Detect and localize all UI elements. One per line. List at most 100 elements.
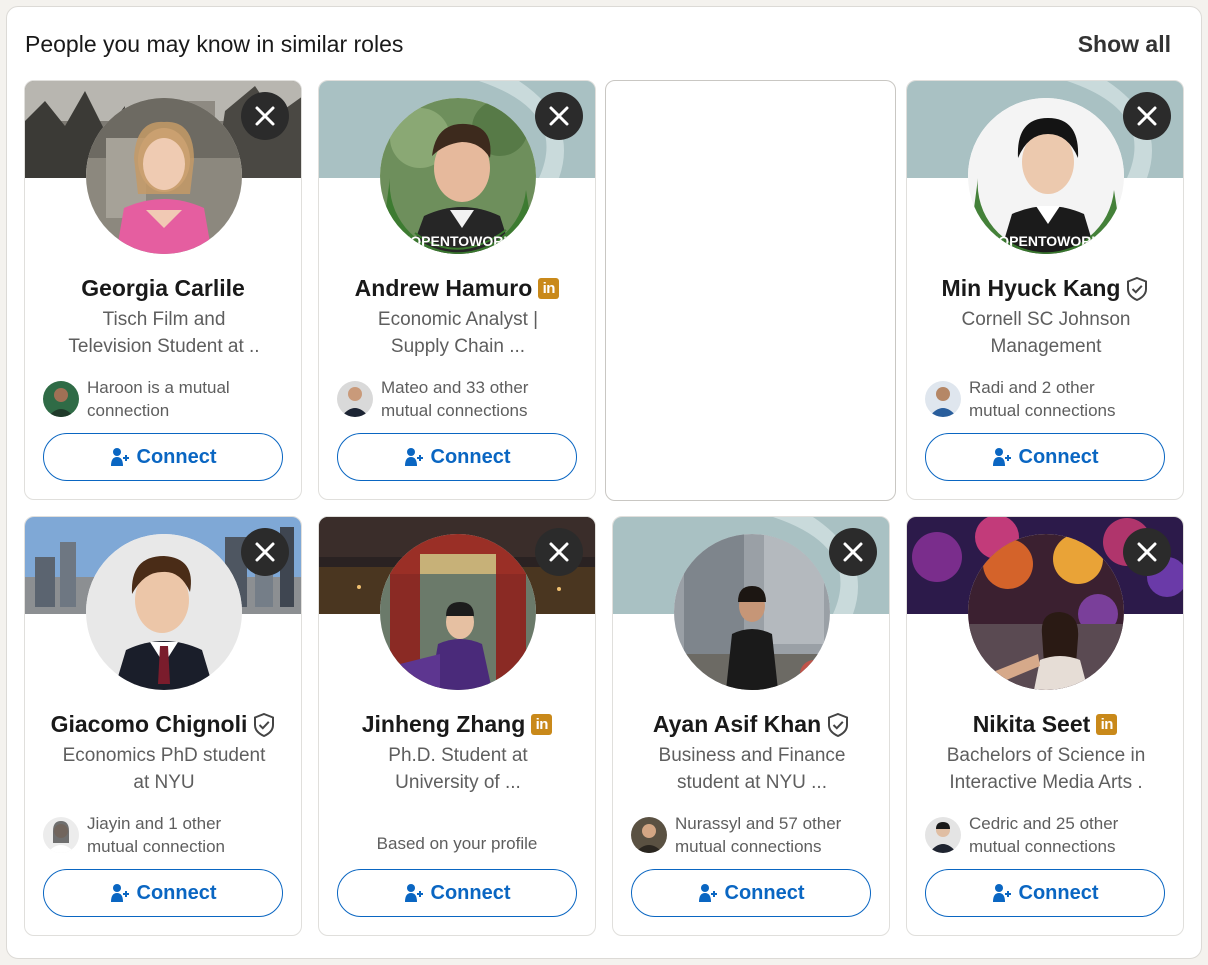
connect-label: Connect: [430, 445, 511, 468]
person-name-row: Jinheng Zhang in: [319, 711, 595, 738]
profile-photo[interactable]: [968, 534, 1124, 690]
mutual-connections: Mateo and 33 other mutual connections: [337, 376, 587, 422]
mutual-avatar: [43, 817, 79, 853]
headline-line: Bachelors of Science in: [946, 745, 1146, 766]
mutual-connections: Radi and 2 other mutual connections: [925, 376, 1175, 422]
mutual-text: Cedric and 25 other: [969, 814, 1119, 833]
mutual-avatar: [43, 381, 79, 417]
connect-button[interactable]: Connect: [337, 433, 577, 481]
person-name-row: Nikita Seet in: [907, 711, 1183, 738]
empty-card-placeholder: [605, 80, 896, 501]
suggestion-card[interactable]: Nikita Seet in Bachelors of Science in I…: [906, 516, 1184, 936]
profile-photo[interactable]: #OPENTOWORK: [968, 98, 1124, 254]
suggestion-card[interactable]: Ayan Asif Khan Business and Finance stud…: [612, 516, 890, 936]
connect-button[interactable]: Connect: [925, 869, 1165, 917]
mutual-avatar: [925, 817, 961, 853]
mutual-text: Radi and 2 other: [969, 378, 1095, 397]
opentowork-label: #OPENTOWORK: [403, 233, 514, 249]
connect-label: Connect: [136, 445, 217, 468]
mutual-avatar: [337, 381, 373, 417]
mutual-connections: Jiayin and 1 other mutual connection: [43, 812, 293, 858]
connect-label: Connect: [724, 881, 805, 904]
linkedin-premium-icon: in: [531, 714, 553, 735]
connect-button[interactable]: Connect: [631, 869, 871, 917]
verified-shield-icon: [1126, 276, 1148, 301]
profile-photo[interactable]: [380, 534, 536, 690]
mutual-text: Nurassyl and 57 other: [675, 814, 842, 833]
close-icon: [549, 106, 569, 126]
person-name-row: Min Hyuck Kang: [907, 275, 1183, 302]
person-name[interactable]: Min Hyuck Kang: [942, 275, 1121, 302]
mutual-text: mutual connection: [87, 837, 225, 856]
person-name[interactable]: Giacomo Chignoli: [51, 711, 248, 738]
connect-button[interactable]: Connect: [925, 433, 1165, 481]
person-headline: Economics PhD student at NYU: [53, 742, 275, 796]
dismiss-button[interactable]: [241, 92, 289, 140]
suggestion-card[interactable]: #OPENTOWORK Min Hyuck Kang Cornell SC Jo…: [906, 80, 1184, 500]
add-person-icon: [404, 448, 423, 466]
verified-shield-icon: [827, 712, 849, 737]
linkedin-premium-icon: in: [538, 278, 560, 299]
suggestion-card[interactable]: Jinheng Zhang in Ph.D. Student at Univer…: [318, 516, 596, 936]
headline-line: Ph.D. Student at: [388, 745, 528, 766]
verified-shield-icon: [253, 712, 275, 737]
connect-button[interactable]: Connect: [43, 433, 283, 481]
suggestion-card[interactable]: Giacomo Chignoli Economics PhD student a…: [24, 516, 302, 936]
close-icon: [549, 542, 569, 562]
person-name[interactable]: Georgia Carlile: [81, 275, 245, 302]
connect-button[interactable]: Connect: [337, 869, 577, 917]
show-all-link[interactable]: Show all: [1078, 31, 1171, 58]
dismiss-button[interactable]: [535, 92, 583, 140]
headline-line: Business and Finance: [658, 745, 846, 766]
headline-line: at NYU: [133, 772, 195, 793]
person-name-row: Andrew Hamuro in: [319, 275, 595, 302]
profile-photo[interactable]: [86, 534, 242, 690]
mutual-text: connection: [87, 401, 170, 420]
add-person-icon: [992, 448, 1011, 466]
person-headline: Tisch Film and Television Student at ..: [53, 306, 275, 360]
add-person-icon: [404, 884, 423, 902]
linkedin-premium-icon: in: [1096, 714, 1118, 735]
add-person-icon: [992, 884, 1011, 902]
mutual-text: mutual connections: [969, 837, 1116, 856]
person-name[interactable]: Andrew Hamuro: [355, 275, 533, 302]
headline-line: Management: [990, 336, 1102, 357]
mutual-avatar: [925, 381, 961, 417]
headline-line: Television Student at ..: [68, 336, 260, 357]
suggestion-card[interactable]: Georgia Carlile Tisch Film and Televisio…: [24, 80, 302, 500]
opentowork-label: #OPENTOWORK: [991, 233, 1102, 249]
profile-photo[interactable]: [86, 98, 242, 254]
mutual-connections: Haroon is a mutual connection: [43, 376, 293, 422]
dismiss-button[interactable]: [241, 528, 289, 576]
connect-button[interactable]: Connect: [43, 869, 283, 917]
dismiss-button[interactable]: [829, 528, 877, 576]
person-name-row: Ayan Asif Khan: [613, 711, 889, 738]
close-icon: [1137, 106, 1157, 126]
person-name[interactable]: Ayan Asif Khan: [653, 711, 821, 738]
headline-line: Supply Chain ...: [390, 336, 526, 357]
mutual-avatar: [631, 817, 667, 853]
add-person-icon: [698, 884, 717, 902]
profile-photo[interactable]: [674, 534, 830, 690]
dismiss-button[interactable]: [1123, 528, 1171, 576]
person-name[interactable]: Jinheng Zhang: [362, 711, 526, 738]
connect-label: Connect: [430, 881, 511, 904]
person-headline: Economic Analyst | Supply Chain ...: [347, 306, 569, 360]
headline-line: University of ...: [395, 772, 521, 793]
headline-line: Economics PhD student: [62, 745, 266, 766]
person-name[interactable]: Nikita Seet: [973, 711, 1091, 738]
profile-photo[interactable]: #OPENTOWORK: [380, 98, 536, 254]
dismiss-button[interactable]: [1123, 92, 1171, 140]
dismiss-button[interactable]: [535, 528, 583, 576]
person-headline: Bachelors of Science in Interactive Medi…: [935, 742, 1157, 796]
mutual-connections: Nurassyl and 57 other mutual connections: [631, 812, 881, 858]
headline-line: Tisch Film and: [102, 309, 226, 330]
add-person-icon: [110, 884, 129, 902]
mutual-text: mutual connections: [381, 401, 528, 420]
suggestion-card[interactable]: #OPENTOWORK Andrew Hamuro in Economic An…: [318, 80, 596, 500]
section-title: People you may know in similar roles: [25, 31, 404, 57]
headline-line: student at NYU ...: [677, 772, 827, 793]
headline-line: Interactive Media Arts .: [949, 772, 1143, 793]
mutual-connections: Cedric and 25 other mutual connections: [925, 812, 1175, 858]
connect-label: Connect: [1018, 445, 1099, 468]
